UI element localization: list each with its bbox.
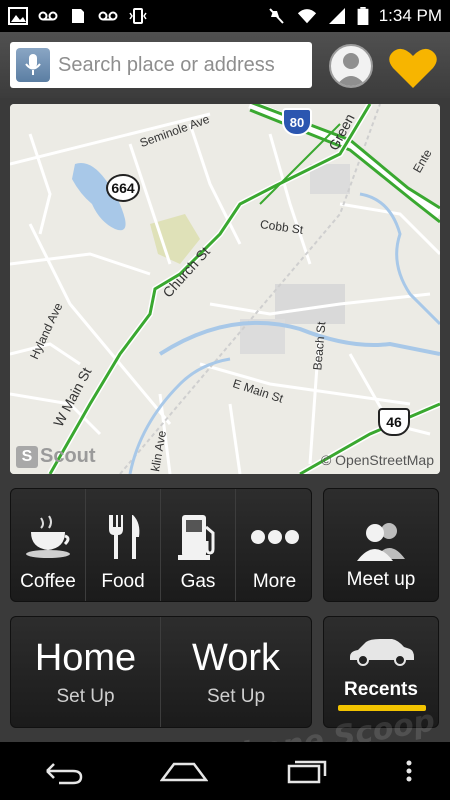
- work-button[interactable]: Work Set Up: [161, 617, 311, 727]
- fork-knife-icon: [95, 511, 151, 563]
- gas-button[interactable]: Gas: [161, 489, 236, 601]
- work-setup-label: Set Up: [206, 685, 266, 707]
- route-number: 664: [111, 180, 135, 196]
- places-panel: Home Set Up Work Set Up: [10, 616, 312, 728]
- search-input[interactable]: Search place or address: [10, 42, 312, 88]
- battery-icon: [357, 7, 369, 25]
- profile-avatar[interactable]: [329, 44, 373, 88]
- gas-label: Gas: [180, 571, 216, 592]
- map-view[interactable]: Seminole Ave Church St Cobb St Hyland Av…: [10, 104, 440, 474]
- clock: 1:34 PM: [378, 6, 442, 25]
- more-button[interactable]: More: [236, 489, 313, 601]
- coffee-button[interactable]: Coffee: [11, 489, 86, 601]
- work-title: Work: [192, 636, 280, 679]
- meetup-label: Meet up: [346, 569, 416, 590]
- system-nav-bar: [0, 742, 450, 800]
- meetup-button[interactable]: Meet up: [323, 488, 439, 602]
- coffee-label: Coffee: [20, 571, 76, 592]
- scout-brand: Scout: [40, 445, 96, 467]
- food-label: Food: [101, 571, 145, 592]
- wifi-icon: [297, 9, 316, 24]
- sim-notification-icon: [72, 9, 84, 23]
- top-bar: Search place or address: [0, 32, 450, 98]
- route-shield-icon: 664: [106, 174, 140, 202]
- more-label: More: [252, 571, 297, 592]
- map-attribution: © OpenStreetMap: [320, 452, 434, 468]
- signal-icon: [328, 8, 345, 24]
- home-title: Home: [34, 636, 137, 679]
- back-icon[interactable]: [39, 757, 83, 785]
- vibrate-icon: [129, 8, 147, 24]
- voicemail-icon-2: [98, 11, 118, 21]
- car-icon: [350, 639, 414, 666]
- interstate-shield-icon: 80: [282, 108, 312, 136]
- voicemail-icon: [38, 11, 58, 21]
- scout-s-icon: S: [16, 445, 38, 468]
- us-route-shield-icon: 46: [378, 408, 410, 436]
- home-button[interactable]: Home Set Up: [11, 617, 161, 727]
- scout-logo: S Scout: [16, 445, 96, 468]
- people-icon: [357, 523, 405, 561]
- recent-apps-icon[interactable]: [285, 758, 329, 784]
- us-route-number: 46: [386, 414, 402, 430]
- more-dots-icon: [247, 511, 303, 563]
- mute-icon: [268, 8, 284, 24]
- home-setup-label: Set Up: [56, 685, 115, 707]
- status-bar: 1:34 PM: [0, 0, 450, 32]
- search-placeholder: Search place or address: [58, 53, 275, 76]
- gas-pump-icon: [170, 511, 226, 563]
- category-panel: Coffee Food Gas More: [10, 488, 312, 602]
- microphone-icon[interactable]: [16, 48, 50, 82]
- interstate-number: 80: [289, 114, 305, 130]
- overflow-menu-icon[interactable]: [406, 760, 412, 782]
- favorites-heart-icon[interactable]: [388, 46, 438, 90]
- food-button[interactable]: Food: [86, 489, 161, 601]
- recents-label: Recents: [344, 679, 418, 700]
- map-canvas: [10, 104, 440, 474]
- home-icon[interactable]: [159, 760, 208, 782]
- coffee-cup-icon: [20, 511, 76, 563]
- gallery-notification-icon: [8, 7, 28, 25]
